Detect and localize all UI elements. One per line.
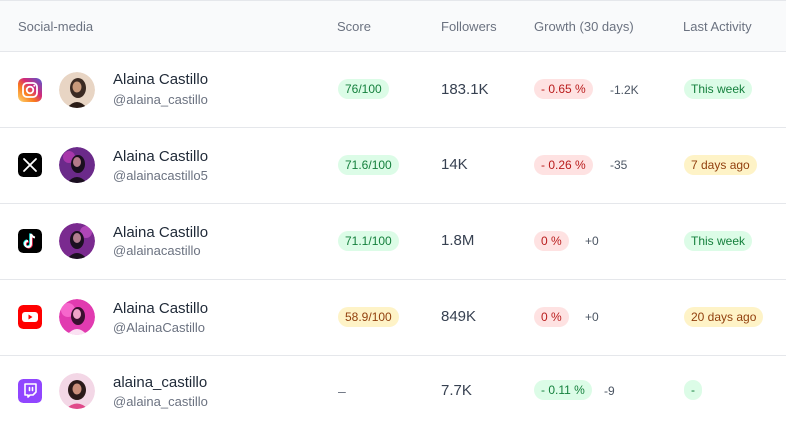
growth-badge: 0 % — [534, 231, 569, 251]
instagram-icon — [18, 78, 42, 102]
avatar[interactable] — [59, 299, 95, 335]
score-badge: 71.6/100 — [338, 155, 399, 175]
header-growth[interactable]: Growth (30 days) — [534, 19, 634, 34]
growth-badge: 0 % — [534, 307, 569, 327]
last-activity-badge: This week — [684, 231, 753, 251]
table-header: Social-media Score Followers Growth (30 … — [0, 1, 786, 52]
x-icon — [18, 153, 42, 177]
followers-count: 7.7K — [441, 382, 472, 399]
table-row[interactable]: Alaina Castillo @alainacastillo 71.1/100… — [0, 204, 786, 280]
score-value: – — [338, 383, 346, 399]
account-name[interactable]: Alaina Castillo — [113, 224, 208, 241]
header-social-media[interactable]: Social-media — [18, 19, 93, 34]
growth-badge: - 0.65 % — [534, 79, 593, 99]
table-row[interactable]: Alaina Castillo @AlainaCastillo 58.9/100… — [0, 280, 786, 356]
growth-delta: -9 — [604, 384, 615, 398]
followers-count: 14K — [441, 156, 468, 173]
account-handle: @alaina_castillo — [113, 92, 208, 107]
account-handle: @alaina_castillo — [113, 394, 208, 409]
table-row[interactable]: Alaina Castillo @alainacastillo5 71.6/10… — [0, 128, 786, 204]
score-badge: 58.9/100 — [338, 307, 399, 327]
followers-count: 849K — [441, 308, 477, 325]
last-activity-badge: This week — [684, 79, 753, 99]
last-activity-badge: 20 days ago — [684, 307, 764, 327]
account-handle: @AlainaCastillo — [113, 320, 205, 335]
avatar[interactable] — [59, 147, 95, 183]
last-activity-badge: - — [684, 380, 702, 400]
twitch-icon — [18, 379, 42, 403]
avatar[interactable] — [59, 373, 95, 409]
table-row[interactable]: Alaina Castillo @alaina_castillo 76/100 … — [0, 52, 786, 128]
growth-delta: +0 — [585, 234, 599, 248]
table-row[interactable]: alaina_castillo @alaina_castillo – 7.7K … — [0, 356, 786, 425]
avatar[interactable] — [59, 72, 95, 108]
growth-delta: -1.2K — [610, 83, 639, 97]
account-name[interactable]: alaina_castillo — [113, 374, 207, 391]
followers-count: 1.8M — [441, 232, 475, 249]
growth-delta: -35 — [610, 158, 628, 172]
header-last-activity[interactable]: Last Activity — [683, 19, 752, 34]
growth-badge: - 0.26 % — [534, 155, 593, 175]
account-name[interactable]: Alaina Castillo — [113, 300, 208, 317]
account-name[interactable]: Alaina Castillo — [113, 71, 208, 88]
account-handle: @alainacastillo — [113, 243, 201, 258]
account-handle: @alainacastillo5 — [113, 168, 208, 183]
header-followers[interactable]: Followers — [441, 19, 497, 34]
growth-badge: - 0.11 % — [534, 380, 592, 400]
tiktok-icon — [18, 229, 42, 253]
score-badge: 71.1/100 — [338, 231, 399, 251]
last-activity-badge: 7 days ago — [684, 155, 757, 175]
account-name[interactable]: Alaina Castillo — [113, 148, 208, 165]
social-media-table: Social-media Score Followers Growth (30 … — [0, 0, 786, 425]
growth-delta: +0 — [585, 310, 599, 324]
header-score[interactable]: Score — [337, 19, 371, 34]
avatar[interactable] — [59, 223, 95, 259]
score-badge: 76/100 — [338, 79, 389, 99]
youtube-icon — [18, 305, 42, 329]
followers-count: 183.1K — [441, 81, 489, 98]
